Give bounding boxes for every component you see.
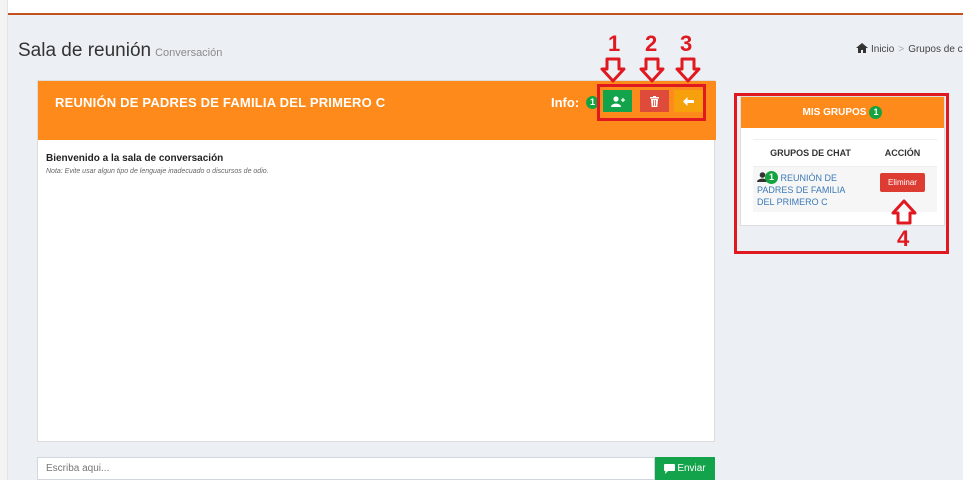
- home-icon: [856, 43, 868, 53]
- info-label: Info:: [551, 95, 580, 110]
- send-label: Enviar: [677, 463, 706, 474]
- message-input[interactable]: [37, 457, 655, 480]
- chat-icon: [664, 463, 676, 474]
- down-arrow-icon-1: [600, 57, 626, 83]
- page-title: Sala de reunión Conversación: [18, 40, 223, 61]
- breadcrumb-current: Grupos de cha: [908, 44, 963, 55]
- send-button[interactable]: Enviar: [655, 457, 715, 480]
- sidebar-strip: [0, 0, 8, 480]
- annotation-box-header-buttons: [597, 84, 706, 121]
- chat-box: REUNIÓN DE PADRES DE FAMILIA DEL PRIMERO…: [37, 80, 716, 442]
- note-text: Nota: Evite usar algun tipo de lenguaje …: [46, 168, 269, 175]
- message-row: Enviar: [37, 457, 715, 480]
- annotation-number-4: 4: [897, 226, 910, 251]
- welcome-message: Bienvenido a la sala de conversación: [46, 153, 224, 164]
- annotation-number-2: 2: [645, 31, 658, 56]
- down-arrow-icon-3: [675, 57, 701, 83]
- down-arrow-icon-2: [639, 57, 665, 83]
- breadcrumb-home[interactable]: Inicio: [871, 44, 894, 55]
- up-arrow-icon-4: [891, 199, 917, 225]
- annotation-number-1: 1: [608, 31, 621, 56]
- breadcrumb: Inicio>Grupos de cha: [856, 43, 963, 55]
- chat-title: REUNIÓN DE PADRES DE FAMILIA DEL PRIMERO…: [55, 95, 386, 110]
- annotation-box-groups: [734, 93, 949, 254]
- annotation-number-3: 3: [680, 31, 693, 56]
- top-bar: [0, 0, 963, 13]
- page-subtitle: Conversación: [155, 47, 223, 59]
